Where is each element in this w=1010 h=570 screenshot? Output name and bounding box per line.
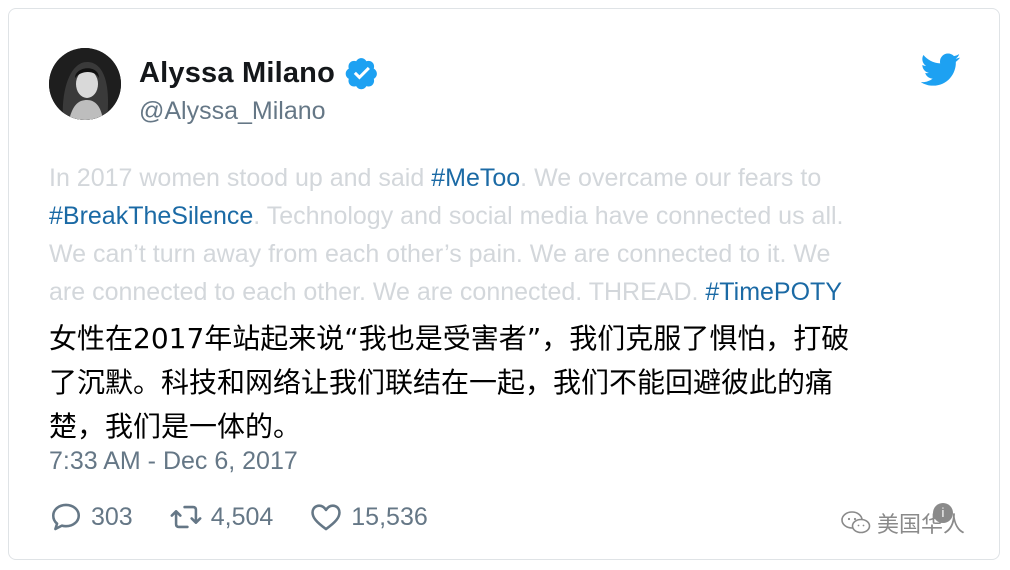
- avatar-portrait-icon: [49, 48, 121, 120]
- twitter-bird-icon[interactable]: [921, 53, 961, 87]
- tweet-actions: 303 4,504 15,536: [49, 499, 464, 535]
- like-count: 15,536: [351, 502, 428, 531]
- wechat-icon: [841, 511, 871, 534]
- retweet-icon: [170, 505, 202, 529]
- retweet-count: 4,504: [210, 502, 274, 531]
- tweet-text-segment: are connected to each other. We are conn…: [49, 278, 706, 306]
- tweet-text-line: are connected to each other. We are conn…: [49, 273, 969, 311]
- reply-icon: [51, 503, 81, 531]
- watermark: 美国华人: [841, 507, 965, 539]
- tweet-text-line: In 2017 women stood up and said #MeToo. …: [49, 159, 969, 197]
- tweet-text-segment: . Technology and social media have conne…: [253, 202, 844, 230]
- like-button[interactable]: 15,536: [309, 500, 428, 534]
- hashtag-link[interactable]: #MeToo: [431, 164, 520, 192]
- author-handle[interactable]: @Alyssa_Milano: [139, 97, 326, 126]
- hashtag-link[interactable]: #BreakTheSilence: [49, 202, 253, 230]
- verified-badge-icon: [345, 58, 377, 90]
- tweet-card: Alyssa Milano @Alyssa_Milano In 2017 wom…: [8, 8, 1000, 560]
- author-name[interactable]: Alyssa Milano: [139, 57, 335, 90]
- tweet-text-segment: In 2017 women stood up and said: [49, 164, 432, 192]
- translation-text: 女性在2017年站起来说“我也是受害者”，我们克服了惧怕，打破 了沉默。科技和网络…: [49, 317, 979, 449]
- tweet-text-segment: We can’t turn away from each other’s pai…: [49, 240, 831, 268]
- translation-line: 了沉默。科技和网络让我们联结在一起，我们不能回避彼此的痛: [49, 366, 834, 399]
- reply-count: 303: [91, 502, 133, 531]
- translation-line: 楚，我们是一体的。: [49, 410, 302, 443]
- retweet-button[interactable]: 4,504: [169, 500, 274, 534]
- author-name-row: Alyssa Milano: [139, 53, 379, 93]
- tweet-text: In 2017 women stood up and said #MeToo. …: [49, 159, 969, 311]
- tweet-text-line: #BreakTheSilence. Technology and social …: [49, 197, 969, 235]
- heart-icon: [311, 504, 342, 531]
- tweet-text-segment: . We overcame our fears to: [520, 164, 822, 192]
- translation-line: 女性在2017年站起来说“我也是受害者”，我们克服了惧怕，打破: [49, 322, 850, 355]
- reply-button[interactable]: 303: [49, 500, 133, 534]
- avatar[interactable]: [49, 48, 121, 120]
- hashtag-link[interactable]: #TimePOTY: [705, 278, 842, 306]
- tweet-text-line: We can’t turn away from each other’s pai…: [49, 235, 969, 273]
- watermark-text: 美国华人: [876, 513, 965, 538]
- tweet-timestamp[interactable]: 7:33 AM - Dec 6, 2017: [49, 447, 298, 476]
